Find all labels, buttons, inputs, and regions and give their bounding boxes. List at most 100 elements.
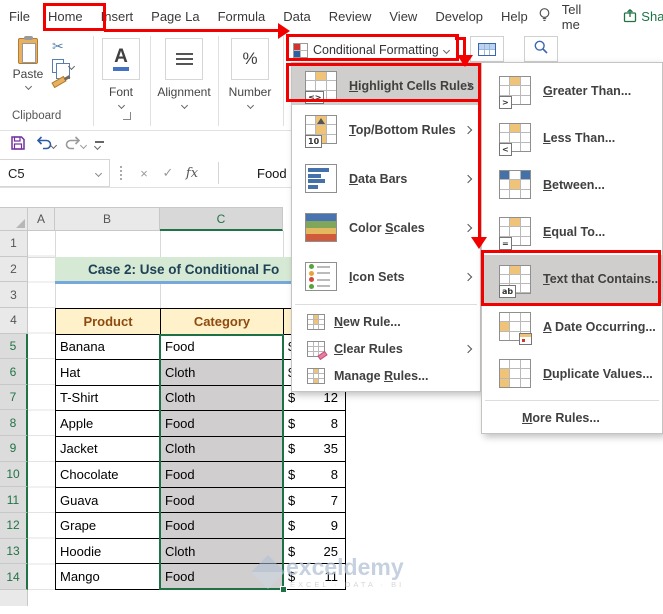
- save-icon[interactable]: [10, 135, 26, 156]
- cancel-icon[interactable]: ×: [132, 166, 156, 181]
- cell-category[interactable]: Food: [161, 487, 283, 513]
- cell-price[interactable]: $7: [284, 487, 345, 513]
- cell-product[interactable]: Apple: [56, 411, 160, 436]
- cut-icon[interactable]: ✂: [52, 39, 64, 53]
- cell-category[interactable]: Cloth: [161, 538, 283, 564]
- customize-toolbar-icon[interactable]: [93, 141, 104, 151]
- tab-data[interactable]: Data: [274, 0, 319, 33]
- menu-item-manage-rules[interactable]: Manage Rules...: [292, 362, 480, 389]
- menu-item-top-bottom-rules[interactable]: 10 Top/Bottom Rules: [292, 105, 480, 154]
- tab-file[interactable]: File: [0, 0, 39, 33]
- format-painter-icon[interactable]: [51, 75, 67, 89]
- cell-product[interactable]: Hoodie: [56, 538, 160, 564]
- format-as-table-button[interactable]: [470, 36, 504, 62]
- submenu-item-more-rules[interactable]: More Rules...: [482, 404, 662, 431]
- submenu-item-between[interactable]: Between...: [482, 161, 662, 208]
- cell-category[interactable]: Food: [161, 462, 283, 487]
- number-group-button[interactable]: % Number: [229, 38, 271, 110]
- row-header-1[interactable]: 1: [0, 231, 28, 257]
- cell-category[interactable]: Food: [161, 411, 283, 436]
- row-header-9[interactable]: 9: [0, 436, 28, 462]
- row-header-10[interactable]: 10: [0, 461, 28, 488]
- menu-item-data-bars[interactable]: Data Bars: [292, 154, 480, 203]
- row-header-8[interactable]: 8: [0, 410, 28, 437]
- cell-product[interactable]: T-Shirt: [56, 385, 160, 411]
- cell-product[interactable]: Banana: [56, 334, 160, 360]
- font-group-button[interactable]: A Font: [102, 38, 140, 110]
- cell-product[interactable]: Mango: [56, 564, 160, 589]
- cell-category[interactable]: Food: [161, 564, 283, 589]
- row-header-14[interactable]: 14: [0, 564, 28, 590]
- gridline: [160, 284, 161, 308]
- chevron-down-icon[interactable]: [79, 141, 88, 149]
- tab-help[interactable]: Help: [492, 0, 537, 33]
- column-header-b[interactable]: B: [55, 207, 160, 231]
- submenu-item-a-date-occurring[interactable]: A Date Occurring...: [482, 303, 662, 350]
- chevron-down-icon[interactable]: [94, 169, 103, 177]
- cell-product[interactable]: Grape: [56, 513, 160, 538]
- row-header-7[interactable]: 7: [0, 384, 28, 411]
- tab-formulas[interactable]: Formula: [209, 0, 275, 33]
- table-header-product[interactable]: Product: [56, 309, 160, 334]
- row-header-2[interactable]: 2: [0, 256, 28, 283]
- tell-me-label[interactable]: Tell me: [562, 2, 582, 32]
- table-icon: [478, 42, 496, 56]
- cell-price[interactable]: $25: [284, 538, 345, 564]
- cell-category[interactable]: Cloth: [161, 360, 283, 385]
- row-header-12[interactable]: 12: [0, 513, 28, 539]
- cell-price[interactable]: $9: [284, 513, 345, 538]
- row-header-11[interactable]: 11: [0, 487, 28, 514]
- tab-developer[interactable]: Develop: [426, 0, 492, 33]
- table-header-category[interactable]: Category: [161, 309, 283, 334]
- confirm-icon[interactable]: ✓: [156, 165, 180, 181]
- name-box[interactable]: C5: [0, 159, 110, 187]
- select-all-corner[interactable]: [0, 207, 28, 231]
- tab-view[interactable]: View: [380, 0, 426, 33]
- copy-icon[interactable]: [52, 59, 70, 79]
- cell-product[interactable]: Guava: [56, 487, 160, 513]
- cell-price[interactable]: $8: [284, 411, 345, 436]
- formula-input[interactable]: Food: [229, 166, 287, 181]
- price-value: 8: [330, 415, 338, 431]
- cell-product[interactable]: Chocolate: [56, 462, 160, 487]
- row-header-5[interactable]: 5: [0, 333, 28, 360]
- cell-category[interactable]: Cloth: [161, 436, 283, 462]
- row-header-3[interactable]: 3: [0, 282, 28, 308]
- chevron-down-icon[interactable]: [67, 62, 76, 70]
- row-header-6[interactable]: 6: [0, 359, 28, 385]
- menu-item-highlight-cells-rules[interactable]: ≤> Highlight Cells Rules: [292, 66, 480, 105]
- cell-price[interactable]: $35: [284, 436, 345, 462]
- submenu-item-duplicate-values[interactable]: Duplicate Values...: [482, 350, 662, 397]
- insert-function-icon[interactable]: fx: [180, 166, 204, 181]
- tab-page-layout[interactable]: Page La: [142, 0, 208, 33]
- submenu-item-less-than[interactable]: < Less Than...: [482, 114, 662, 161]
- chevron-down-icon[interactable]: [49, 141, 58, 149]
- submenu-item-text-that-contains[interactable]: ab Text that Contains...: [482, 255, 662, 303]
- submenu-item-equal-to[interactable]: = Equal To...: [482, 208, 662, 255]
- menu-item-color-scales[interactable]: Color Scales: [292, 203, 480, 252]
- tab-home[interactable]: Home: [39, 0, 92, 33]
- cell-category[interactable]: Cloth: [161, 385, 283, 411]
- price-value: 35: [323, 441, 338, 457]
- cell-price[interactable]: $8: [284, 462, 345, 487]
- row-header-4[interactable]: 4: [0, 307, 28, 334]
- conditional-formatting-button[interactable]: Conditional Formatting: [293, 38, 450, 62]
- column-header-c[interactable]: C: [160, 207, 283, 231]
- tab-insert[interactable]: Insert: [92, 0, 143, 33]
- tab-review[interactable]: Review: [320, 0, 381, 33]
- cell-price[interactable]: $11: [284, 564, 345, 589]
- menu-item-clear-rules[interactable]: Clear Rules: [292, 335, 480, 362]
- clipboard-dialog-launcher-icon[interactable]: [123, 112, 132, 120]
- find-button[interactable]: [524, 36, 558, 62]
- share-button[interactable]: Share: [623, 8, 663, 26]
- row-header-13[interactable]: 13: [0, 538, 28, 565]
- column-header-a[interactable]: A: [28, 207, 55, 231]
- menu-item-icon-sets[interactable]: Icon Sets: [292, 252, 480, 301]
- cell-product[interactable]: Hat: [56, 360, 160, 385]
- cell-product[interactable]: Jacket: [56, 436, 160, 462]
- menu-item-new-rule[interactable]: New Rule...: [292, 308, 480, 335]
- cell-category-active[interactable]: Food: [161, 334, 283, 360]
- cell-category[interactable]: Food: [161, 513, 283, 538]
- submenu-item-greater-than[interactable]: > Greater Than...: [482, 67, 662, 114]
- alignment-group-button[interactable]: Alignment: [157, 38, 211, 110]
